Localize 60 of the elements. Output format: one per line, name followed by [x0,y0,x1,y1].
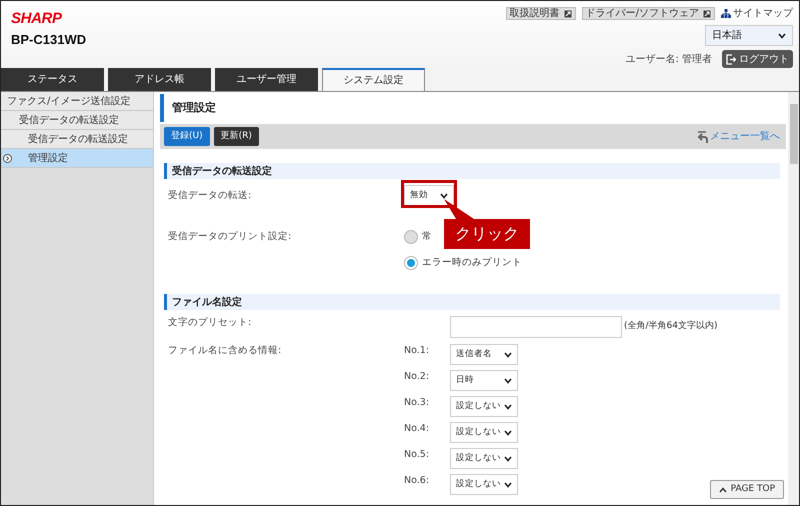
register-button[interactable]: 登録(U) [164,127,210,146]
chevron-down-icon [504,378,512,384]
brand-logo: SHARP [11,11,62,26]
dropdown-select[interactable]: 設定しない [450,396,518,417]
dropdown-select[interactable]: 送信者名 [450,344,518,365]
chevron-down-icon [778,32,786,38]
sitemap-icon [721,9,731,18]
chevron-down-icon [504,482,512,488]
external-link-icon [703,10,711,18]
sidebar-item[interactable]: 受信データの転送設定 [1,111,153,130]
return-arrow-icon [697,130,709,142]
click-tooltip: クリック [444,199,530,249]
text-input-field[interactable] [450,316,622,338]
number-label: No.5: [404,448,430,462]
sitemap-link[interactable]: サイトマップ [721,6,793,21]
field-label: ファイル名に含める情報: [167,344,282,358]
update-button[interactable]: 更新(R) [214,127,259,146]
section-heading: ファイル名設定 [164,294,780,310]
nav-tab[interactable]: ステータス [1,68,104,91]
chevron-down-icon [504,430,512,436]
language-select[interactable]: 日本語 [705,25,793,46]
sidebar-item[interactable]: ファクス/イメージ送信設定 [1,92,153,111]
dropdown-select[interactable]: 設定しない [450,422,518,443]
dropdown-select[interactable]: 設定しない [450,474,518,495]
sidebar-item[interactable]: 受信データの転送設定 [1,130,153,149]
user-name-label: ユーザー名: 管理者 [625,52,712,66]
nav-tab[interactable]: システム設定 [322,68,425,91]
transfer-select[interactable]: 無効 [404,185,454,206]
sidebar-item[interactable]: 管理設定 [1,149,153,168]
field-label: 受信データのプリント設定: [167,230,292,244]
scrollbar[interactable] [788,92,799,505]
number-label: No.6: [404,474,430,488]
radio-option[interactable]: 常 [404,228,432,246]
chevron-down-icon [504,404,512,410]
number-label: No.1: [404,344,430,358]
manual-link[interactable]: 取扱説明書 [506,7,576,20]
chevron-down-icon [504,352,512,358]
chevron-down-icon [440,192,448,198]
chevron-right-circle-icon [3,154,12,162]
nav-tab[interactable]: ユーザー管理 [215,68,318,91]
number-label: No.4: [404,422,430,436]
field-label: 文字のプリセット: [167,316,252,330]
logout-button[interactable]: ログアウト [722,50,793,68]
external-link-icon [564,10,572,18]
chevron-down-icon [504,456,512,462]
number-label: No.2: [404,370,430,384]
number-label: No.3: [404,396,430,410]
section-heading: 受信データの転送設定 [164,163,780,179]
model-name: BP-C131WD [11,33,86,46]
dropdown-select[interactable]: 設定しない [450,448,518,469]
input-hint: (全角/半角64文字以内) [624,320,718,334]
page-top-button[interactable]: PAGE TOP [710,480,784,499]
field-label: 受信データの転送: [167,189,252,203]
nav-tab[interactable]: アドレス帳 [108,68,211,91]
dropdown-select[interactable]: 日時 [450,370,518,391]
chevron-up-icon [718,486,727,492]
logout-icon [726,54,736,64]
callout-pointer [444,199,474,219]
manual-link[interactable]: ドライバー/ソフトウェア [582,7,715,20]
radio-option[interactable]: エラー時のみプリント [404,254,522,272]
